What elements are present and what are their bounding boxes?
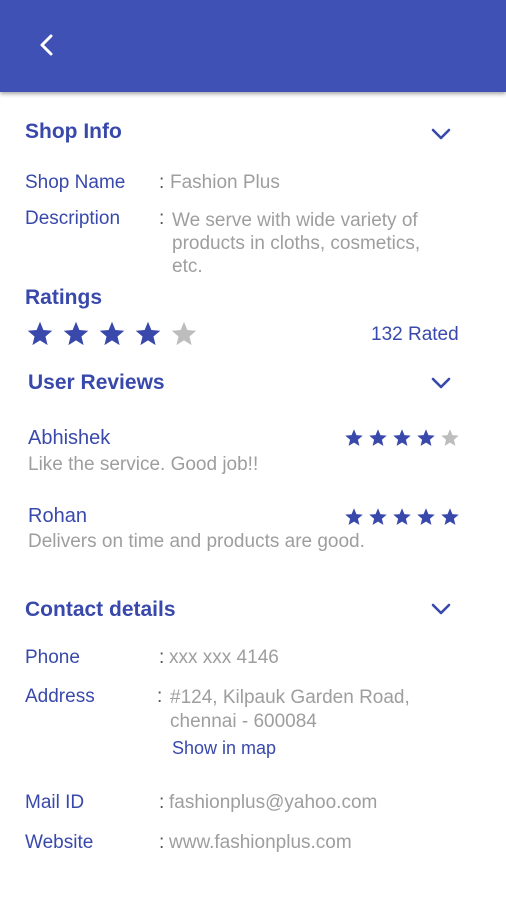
- user-reviews-chevron-down-icon[interactable]: [430, 375, 452, 391]
- shop-info-chevron-down-icon[interactable]: [430, 126, 452, 142]
- colon: :: [159, 172, 165, 193]
- review-text: Delivers on time and products are good.: [28, 531, 365, 552]
- star-icon: [441, 508, 459, 525]
- shop-info-title: Shop Info: [25, 120, 122, 143]
- shop-name-value: Fashion Plus: [170, 172, 280, 193]
- address-line-2: chennai - 600084: [170, 711, 317, 732]
- star-icon: [369, 508, 387, 525]
- star-icon: [441, 429, 459, 446]
- description-value: We serve with wide variety of products i…: [172, 210, 421, 277]
- mail-id-value[interactable]: fashionplus@yahoo.com: [169, 792, 377, 814]
- star-icon: [345, 429, 363, 446]
- colon: :: [159, 792, 165, 813]
- chevron-left-icon: [40, 34, 53, 56]
- address-line-1: #124, Kilpauk Garden Road,: [170, 687, 410, 708]
- show-in-map-link[interactable]: Show in map: [172, 738, 276, 759]
- rated-count: 132 Rated: [371, 324, 459, 345]
- star-icon: [99, 321, 125, 346]
- review-stars: [342, 428, 462, 448]
- mail-id-label: Mail ID: [25, 792, 85, 813]
- star-icon: [27, 321, 53, 346]
- colon: :: [157, 686, 163, 707]
- star-icon: [135, 321, 161, 346]
- review-stars: [342, 507, 462, 527]
- colon: :: [159, 208, 165, 229]
- phone-label: Phone: [25, 647, 80, 668]
- app-bar: [0, 0, 506, 92]
- review-text: Like the service. Good job!!: [28, 454, 259, 475]
- rating-stars: [22, 320, 202, 348]
- colon: :: [159, 647, 165, 668]
- star-icon: [393, 429, 411, 446]
- star-icon: [171, 321, 197, 346]
- shop-name-label: Shop Name: [25, 172, 126, 193]
- star-icon: [369, 429, 387, 446]
- reviewer-name: Rohan: [28, 505, 87, 527]
- address-label: Address: [25, 686, 95, 707]
- star-icon: [63, 321, 89, 346]
- phone-value[interactable]: xxx xxx 4146: [169, 647, 279, 669]
- contact-chevron-down-icon[interactable]: [430, 601, 452, 617]
- reviewer-name: Abhishek: [28, 427, 111, 449]
- back-button[interactable]: [30, 28, 64, 62]
- star-icon: [393, 508, 411, 525]
- contact-details-title: Contact details: [25, 598, 176, 621]
- star-icon: [417, 508, 435, 525]
- user-reviews-title: User Reviews: [28, 371, 165, 394]
- website-label: Website: [25, 832, 94, 853]
- star-icon: [345, 508, 363, 525]
- description-label: Description: [25, 208, 121, 229]
- star-icon: [417, 429, 435, 446]
- colon: :: [159, 832, 165, 853]
- ratings-title: Ratings: [25, 286, 103, 309]
- website-value[interactable]: www.fashionplus.com: [169, 832, 352, 854]
